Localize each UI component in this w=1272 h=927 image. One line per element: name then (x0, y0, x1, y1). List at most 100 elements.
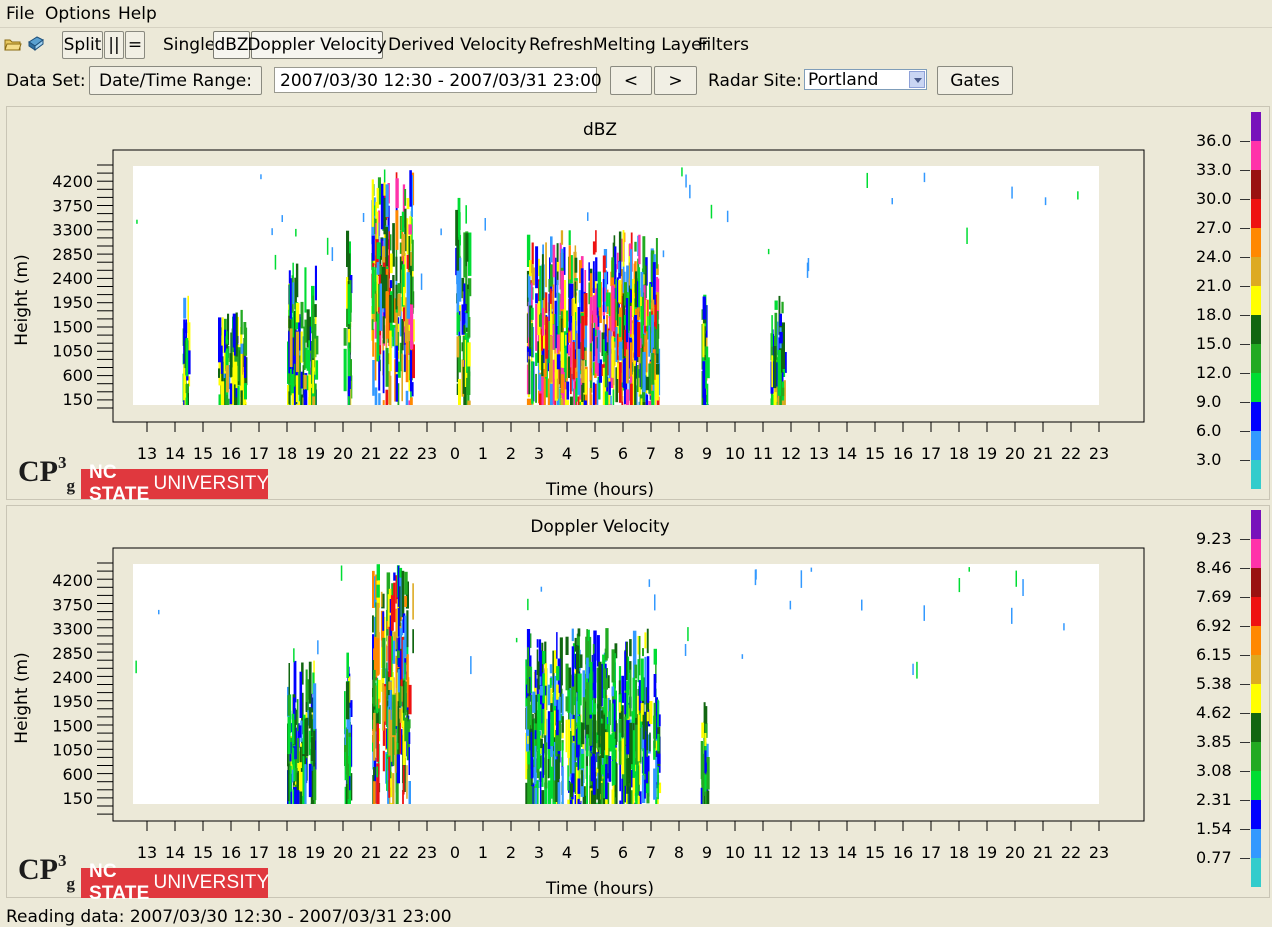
radar-echo-mark (642, 648, 644, 657)
radar-echo-mark (644, 632, 647, 649)
radar-echo-mark (535, 293, 538, 304)
radar-echo-mark (577, 715, 581, 745)
radar-echo-mark (1077, 191, 1079, 200)
radar-echo-mark (598, 707, 601, 748)
radar-echo-mark (610, 395, 612, 405)
radar-echo-mark (343, 328, 347, 346)
radar-echo-mark (401, 353, 403, 402)
radar-echo-mark (532, 691, 536, 713)
radar-echo-mark (657, 733, 660, 752)
radar-echo-mark (404, 595, 407, 607)
radar-echo-mark (571, 742, 575, 774)
radar-echo-mark (410, 397, 413, 405)
radar-echo-mark (528, 359, 531, 395)
radar-echo-mark (389, 234, 392, 251)
x-tick-label: 15 (193, 843, 213, 862)
radar-echo-mark (580, 268, 584, 312)
radar-echo-mark (531, 264, 534, 274)
x-tick-label: 3 (534, 444, 544, 463)
radar-echo-mark (289, 765, 292, 792)
radar-echo-mark (642, 748, 645, 776)
radar-echo-mark (535, 352, 538, 366)
x-axis-label: Time (hours) (545, 480, 654, 500)
radar-echo-mark (570, 731, 572, 774)
radar-echo-mark (581, 722, 585, 745)
radar-echo-mark (395, 284, 398, 310)
radar-echo-mark (771, 355, 773, 388)
radar-echo-mark (313, 683, 317, 730)
radar-echo-mark (547, 711, 551, 749)
colorbar-segment (1251, 858, 1261, 887)
radar-echo-mark (465, 313, 468, 328)
x-tick-label: 18 (277, 843, 297, 862)
radar-echo-mark (240, 359, 243, 381)
radar-echo-mark (397, 565, 400, 607)
colorbar-segment (1251, 402, 1261, 431)
radar-echo-mark (589, 388, 592, 405)
x-tick-label: 20 (333, 444, 353, 463)
radar-echo-mark (571, 628, 574, 642)
radar-echo-mark (568, 245, 571, 280)
radar-echo-mark (568, 331, 571, 343)
radar-echo-mark (618, 680, 621, 695)
radar-echo-mark (702, 323, 705, 358)
radar-echo-mark (185, 384, 189, 394)
ncsu-logo: NC STATE UNIVERSITY (81, 861, 269, 904)
x-tick-label: 13 (809, 843, 829, 862)
x-tick-label: 23 (417, 444, 437, 463)
radar-echo-mark (592, 295, 596, 323)
radar-echo-mark (549, 664, 553, 674)
radar-echo-mark (629, 342, 632, 377)
radar-echo-mark (271, 228, 273, 236)
radar-echo-mark (589, 305, 592, 344)
radar-echo-mark (304, 267, 307, 313)
radar-echo-mark (408, 732, 411, 744)
radar-echo-mark (406, 254, 409, 269)
colorbar-tick (1240, 315, 1250, 316)
radar-echo-mark (401, 319, 404, 351)
colorbar-segment (1251, 315, 1261, 344)
radar-echo-mark (540, 586, 543, 592)
radar-echo-mark (233, 361, 238, 379)
x-tick-label: 14 (165, 444, 185, 463)
radar-echo-mark (340, 565, 343, 581)
radar-echo-mark (458, 314, 460, 332)
radar-echo-mark (586, 734, 589, 757)
radar-echo-mark (347, 376, 351, 390)
cp3g-logo: CP3 g (18, 453, 75, 495)
radar-echo-mark (347, 342, 350, 375)
radar-echo-mark (545, 316, 549, 359)
radar-echo-mark (577, 798, 580, 804)
radar-echo-mark (653, 674, 657, 698)
radar-echo-mark (618, 362, 622, 403)
y-tick-label: 3750 (52, 595, 93, 614)
radar-echo-mark (655, 238, 658, 269)
radar-echo-mark (343, 348, 347, 392)
radar-echo-mark (388, 695, 392, 708)
radar-echo-mark (408, 747, 410, 775)
radar-echo-mark (376, 211, 379, 240)
radar-echo-mark (597, 271, 601, 308)
radar-echo-mark (537, 694, 540, 731)
radar-echo-mark (305, 669, 308, 700)
radar-echo-mark (637, 765, 640, 796)
radar-echo-mark (372, 328, 375, 357)
radar-echo-mark (530, 666, 533, 694)
radar-echo-mark (581, 360, 585, 383)
radar-echo-mark (618, 280, 622, 303)
radar-echo-mark (586, 682, 590, 725)
radar-echo-mark (596, 802, 598, 804)
radar-echo-mark (397, 701, 400, 743)
radar-echo-mark (624, 716, 627, 745)
radar-echo-mark (541, 308, 545, 336)
x-tick-label: 23 (1089, 444, 1109, 463)
colorbar-segment (1251, 460, 1261, 489)
radar-echo-mark (244, 356, 247, 378)
logo-cp: CP (18, 455, 58, 488)
colorbar-segment (1251, 141, 1261, 170)
radar-echo-mark (295, 263, 299, 298)
radar-echo-mark (568, 230, 571, 246)
radar-echo-mark (527, 696, 530, 730)
radar-echo-mark (534, 730, 537, 740)
radar-echo-mark (382, 611, 385, 631)
